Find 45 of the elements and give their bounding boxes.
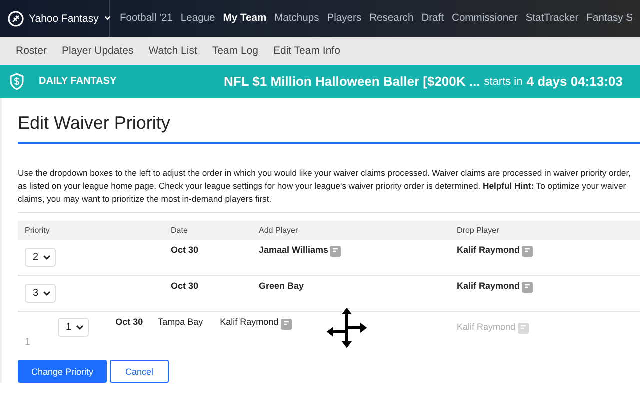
cancel-button[interactable]: Cancel — [110, 360, 169, 383]
player-name[interactable]: Green Bay — [259, 281, 304, 291]
starts-label: starts in — [484, 76, 523, 88]
chevron-down-icon[interactable] — [42, 254, 51, 260]
subnav-link[interactable]: Player Updates — [62, 45, 134, 57]
page-title: Edit Waiver Priority — [18, 98, 640, 144]
player-name[interactable]: Kalif Raymond — [457, 245, 520, 255]
column-header: Date — [171, 226, 189, 235]
team-name: Tampa Bay — [158, 317, 204, 327]
column-header: Priority — [25, 226, 51, 235]
nav-tab[interactable]: Fantasy S — [586, 13, 634, 24]
date-cell: Oct 30 — [171, 245, 199, 255]
player-name[interactable]: Kalif Raymond — [457, 281, 520, 291]
priority-dropdown[interactable]: 2 — [25, 248, 56, 267]
chevron-down-icon[interactable] — [42, 290, 51, 296]
date-cell: Oct 30 — [171, 281, 199, 291]
nav-tab[interactable]: My Team — [223, 13, 267, 24]
player-name[interactable]: Jamaal Williams — [259, 245, 328, 255]
nav-tab[interactable]: Research — [370, 13, 414, 24]
app-brand[interactable]: Yahoo Fantasy — [29, 12, 99, 24]
player-name: Kalif Raymond — [457, 322, 516, 332]
priority-dropdown[interactable]: 3 — [25, 284, 56, 303]
countdown: 4 days 04:13:03 — [526, 74, 623, 89]
column-header: Drop Player — [457, 226, 500, 235]
nav-tab[interactable]: League — [180, 13, 216, 24]
chevron-down-icon[interactable] — [76, 324, 84, 330]
change-priority-button[interactable]: Change Priority — [18, 360, 107, 383]
subnav-link[interactable]: Roster — [16, 45, 47, 57]
subnav-link[interactable]: Watch List — [148, 45, 198, 57]
nav-tab[interactable]: Players — [327, 13, 362, 24]
player-name[interactable]: Kalif Raymond — [220, 317, 279, 327]
date-cell: Oct 30 — [116, 317, 144, 327]
football-logo-icon[interactable] — [8, 10, 24, 26]
subnav-link[interactable]: Team Log — [212, 45, 258, 57]
nav-tab[interactable]: Football '21 — [120, 13, 173, 24]
priority-number: 1 — [25, 337, 31, 348]
priority-dropdown[interactable]: 1 — [58, 318, 89, 337]
nav-tab[interactable]: Matchups — [274, 13, 320, 24]
column-header: Add Player — [259, 226, 300, 235]
nav-tab[interactable]: Draft — [422, 13, 444, 24]
nav-tab[interactable]: StatTracker — [526, 13, 579, 24]
dollar-shield-icon — [9, 72, 25, 90]
nav-tab[interactable]: Commissioner — [452, 13, 518, 24]
instructions-text: Use the dropdown boxes to the left to adjust the order in which you would like your waiver claims processed. Waiver claims are processed in waiver priority order, as listed on your league home page. Check your league settings for how your league's waiver priority order is determined. Helpful Hint: To optimize your waiver claims, you may want to prioritize the most in-demand players first. — [18, 167, 640, 213]
subnav-link[interactable]: Edit Team Info — [273, 45, 340, 57]
